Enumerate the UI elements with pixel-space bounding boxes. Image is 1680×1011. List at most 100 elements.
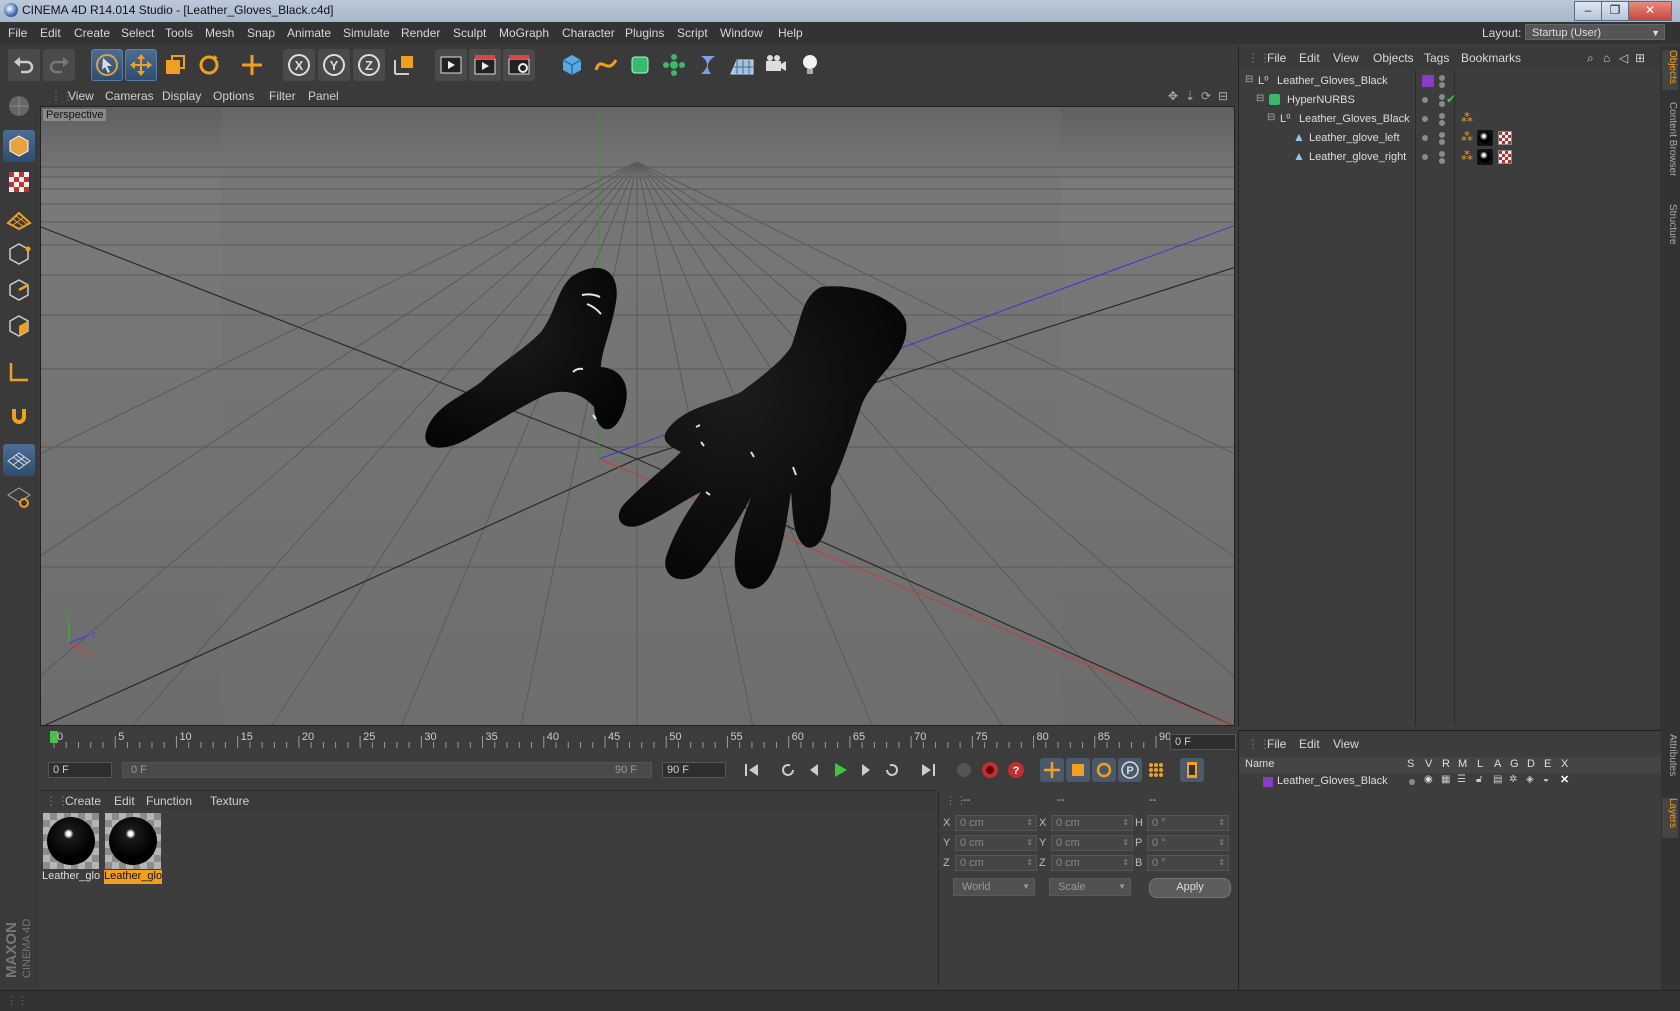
- viewport-menu-filter[interactable]: Filter: [269, 89, 296, 103]
- object-row-glove-left[interactable]: ▲ Leather_glove_left ⁂: [1239, 129, 1661, 148]
- locked-workplane-button[interactable]: [3, 480, 35, 512]
- add-array-button[interactable]: [658, 49, 690, 81]
- layer-menu-file[interactable]: File: [1267, 737, 1286, 751]
- perspective-viewport[interactable]: y z x Perspective: [40, 106, 1235, 726]
- goto-end-button[interactable]: [916, 758, 940, 782]
- next-key-button[interactable]: [880, 758, 904, 782]
- add-deformer-button[interactable]: [692, 49, 724, 81]
- object-row-glove-right[interactable]: ▲ Leather_glove_right ⁂: [1239, 148, 1661, 167]
- layer-dot[interactable]: [1422, 154, 1428, 160]
- menu-script[interactable]: Script: [677, 26, 708, 40]
- eye-icon[interactable]: ◉: [1424, 774, 1433, 785]
- frame-range-slider[interactable]: 0 F 90 F: [122, 762, 652, 778]
- maximize-button[interactable]: ❐: [1601, 1, 1629, 21]
- editor-visibility-dot[interactable]: [1439, 75, 1445, 81]
- pos-z-field[interactable]: 0 cm ⇕: [955, 855, 1037, 871]
- viewport-menu-display[interactable]: Display: [162, 89, 201, 103]
- rot-b-field[interactable]: 0 ° ⇕: [1147, 855, 1229, 871]
- column-manager[interactable]: M: [1458, 758, 1467, 770]
- object-menu-view[interactable]: View: [1333, 51, 1359, 65]
- y-axis-lock-button[interactable]: Y: [318, 49, 350, 81]
- viewport-zoom-icon[interactable]: ⇣: [1185, 89, 1195, 103]
- make-editable-button[interactable]: [3, 90, 35, 122]
- render-picture-viewer-button[interactable]: [469, 49, 501, 81]
- collapse-icon[interactable]: ⊟: [1267, 112, 1275, 123]
- back-icon[interactable]: ◁: [1619, 51, 1628, 65]
- menu-animate[interactable]: Animate: [287, 26, 331, 40]
- menu-character[interactable]: Character: [562, 26, 615, 40]
- expression-icon[interactable]: ◒: [1543, 774, 1549, 785]
- tab-layers[interactable]: Layers: [1662, 798, 1678, 838]
- viewport-menu-view[interactable]: View: [68, 89, 94, 103]
- editor-visibility-dot[interactable]: [1439, 113, 1445, 119]
- undo-button[interactable]: [8, 49, 40, 81]
- menu-help[interactable]: Help: [778, 26, 803, 40]
- texture-mode-button[interactable]: [3, 166, 35, 198]
- render-visibility-dot[interactable]: [1439, 139, 1445, 145]
- redo-button[interactable]: [43, 49, 75, 81]
- column-render[interactable]: R: [1442, 758, 1450, 770]
- render-view-button[interactable]: [435, 49, 467, 81]
- current-frame-field[interactable]: 0 F: [1170, 734, 1236, 750]
- column-name[interactable]: Name: [1245, 758, 1274, 770]
- column-locked[interactable]: L: [1477, 758, 1483, 770]
- viewport-toggle-icon[interactable]: ⊟: [1218, 89, 1228, 103]
- material-tag-icon[interactable]: [1477, 130, 1493, 146]
- solo-toggle[interactable]: [1409, 779, 1415, 785]
- object-row-group[interactable]: ⊟ L⁰ Leather_Gloves_Black ⁂: [1239, 110, 1661, 129]
- layer-dot[interactable]: [1422, 135, 1428, 141]
- key-rotation-button[interactable]: [1092, 758, 1116, 782]
- xref-icon[interactable]: ✕: [1560, 773, 1569, 786]
- column-generators[interactable]: G: [1510, 758, 1519, 770]
- next-frame-button[interactable]: [854, 758, 878, 782]
- render-visibility-dot[interactable]: [1439, 82, 1445, 88]
- prev-key-button[interactable]: [776, 758, 800, 782]
- material-menu-texture[interactable]: Texture: [210, 794, 249, 808]
- enabled-check-icon[interactable]: ✔: [1446, 92, 1456, 106]
- search-icon[interactable]: ⌕: [1587, 51, 1594, 66]
- layout-select[interactable]: Startup (User) ▼: [1525, 24, 1665, 40]
- phong-tag-icon[interactable]: ⁂: [1461, 149, 1473, 163]
- model-mode-button[interactable]: [3, 130, 35, 162]
- menu-edit[interactable]: Edit: [40, 26, 61, 40]
- material-tag-icon[interactable]: [1477, 149, 1493, 165]
- menu-file[interactable]: File: [8, 26, 27, 40]
- menu-simulate[interactable]: Simulate: [343, 26, 390, 40]
- collapse-icon[interactable]: ⊟: [1256, 93, 1264, 104]
- render-visibility-dot[interactable]: [1439, 120, 1445, 126]
- column-solo[interactable]: S: [1407, 758, 1414, 770]
- generator-icon[interactable]: ✲: [1509, 774, 1517, 785]
- menu-render[interactable]: Render: [401, 26, 440, 40]
- menu-tools[interactable]: Tools: [165, 26, 193, 40]
- timeline-window-button[interactable]: [1180, 758, 1204, 782]
- deformer-icon[interactable]: ◈: [1526, 774, 1534, 785]
- close-button[interactable]: ✕: [1628, 1, 1672, 21]
- object-menu-edit[interactable]: Edit: [1299, 51, 1320, 65]
- add-camera-button[interactable]: [760, 49, 792, 81]
- apply-button[interactable]: Apply: [1149, 878, 1231, 898]
- tab-attributes[interactable]: Attributes: [1662, 734, 1678, 794]
- layer-dot[interactable]: [1422, 97, 1428, 103]
- timeline-ruler[interactable]: 0 5 10 15 20 25 30 35 40 45 50 55 60 65 70 75 80 85 90: [40, 728, 1236, 754]
- new-window-icon[interactable]: ⊞: [1635, 51, 1645, 65]
- editor-visibility-dot[interactable]: [1439, 151, 1445, 157]
- material-swatch[interactable]: Leather_glo: [42, 812, 100, 888]
- material-menu-edit[interactable]: Edit: [114, 794, 135, 808]
- points-mode-button[interactable]: [3, 238, 35, 270]
- key-pla-button[interactable]: [1144, 758, 1168, 782]
- render-visibility-dot[interactable]: [1439, 158, 1445, 164]
- key-parameter-button[interactable]: P: [1118, 758, 1142, 782]
- key-scale-button[interactable]: [1066, 758, 1090, 782]
- size-z-field[interactable]: 0 cm ⇕: [1051, 855, 1133, 871]
- column-deformers[interactable]: D: [1527, 758, 1535, 770]
- material-swatch-selected[interactable]: Leather_glo: [104, 812, 162, 888]
- polygons-mode-button[interactable]: [3, 310, 35, 342]
- add-light-button[interactable]: [794, 49, 826, 81]
- menu-sculpt[interactable]: Sculpt: [453, 26, 486, 40]
- coord-mode-select[interactable]: World ▼: [953, 878, 1035, 896]
- column-view[interactable]: V: [1425, 758, 1432, 770]
- move-tool-button[interactable]: [125, 49, 157, 81]
- collapse-icon[interactable]: ⊟: [1245, 74, 1253, 85]
- layer-menu-view[interactable]: View: [1333, 737, 1359, 751]
- size-x-field[interactable]: 0 cm ⇕: [1051, 815, 1133, 831]
